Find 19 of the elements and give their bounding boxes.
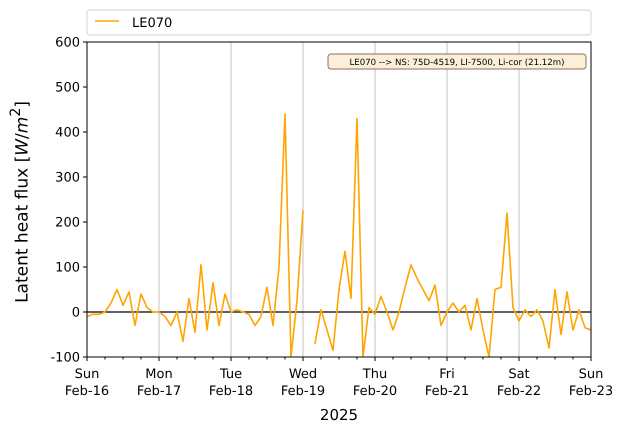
x-tick-label: Sun Feb-16: [64, 367, 110, 399]
y-tick-label: -100: [50, 350, 80, 366]
x-axis-label: 2025: [320, 406, 358, 424]
x-tick-label: Mon Feb-17: [136, 367, 182, 399]
y-tick-label: 500: [55, 80, 80, 96]
y-tick-label: 100: [55, 260, 80, 276]
legend-label: LE070: [132, 16, 172, 31]
x-tick-label: Fri Feb-21: [424, 367, 470, 399]
x-tick-label: Sun Feb-23: [568, 367, 614, 399]
y-tick-label: 200: [55, 216, 80, 230]
x-tick-label: Thu Feb-20: [352, 367, 398, 399]
x-tick-label: Wed Feb-19: [280, 367, 326, 399]
y-tick-label: 600: [55, 36, 80, 50]
y-tick-label: 400: [55, 126, 80, 140]
x-tick-label: Tue Feb-18: [208, 367, 254, 399]
y-tick-label: 0: [72, 306, 80, 320]
x-tick-label: Sat Feb-22: [496, 367, 542, 399]
annotation-box: LE070 --> NS: 75D-4519, LI-7500, Li-cor (21.12m): [328, 54, 586, 70]
y-tick-label: 300: [55, 170, 80, 186]
